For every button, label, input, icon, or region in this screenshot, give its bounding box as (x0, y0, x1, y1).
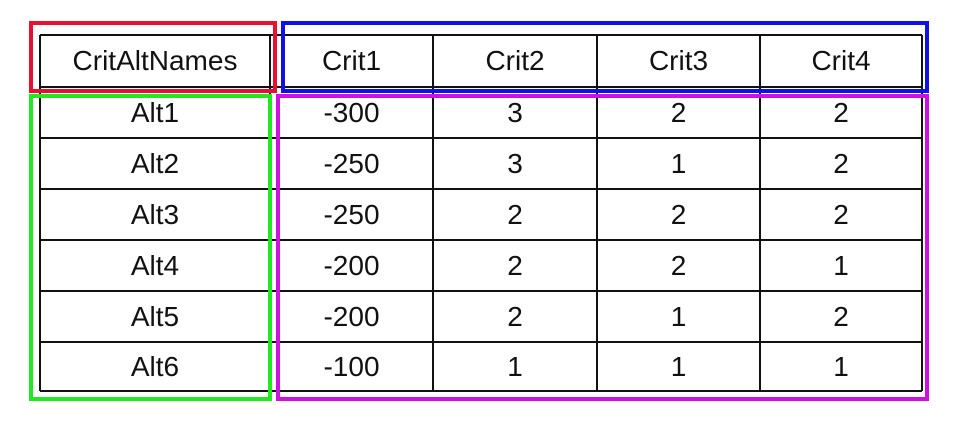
highlight-box-header-corner (29, 21, 277, 93)
highlight-box-row-names (29, 94, 272, 401)
highlight-box-values (276, 94, 929, 401)
highlight-box-column-headers (281, 21, 929, 93)
